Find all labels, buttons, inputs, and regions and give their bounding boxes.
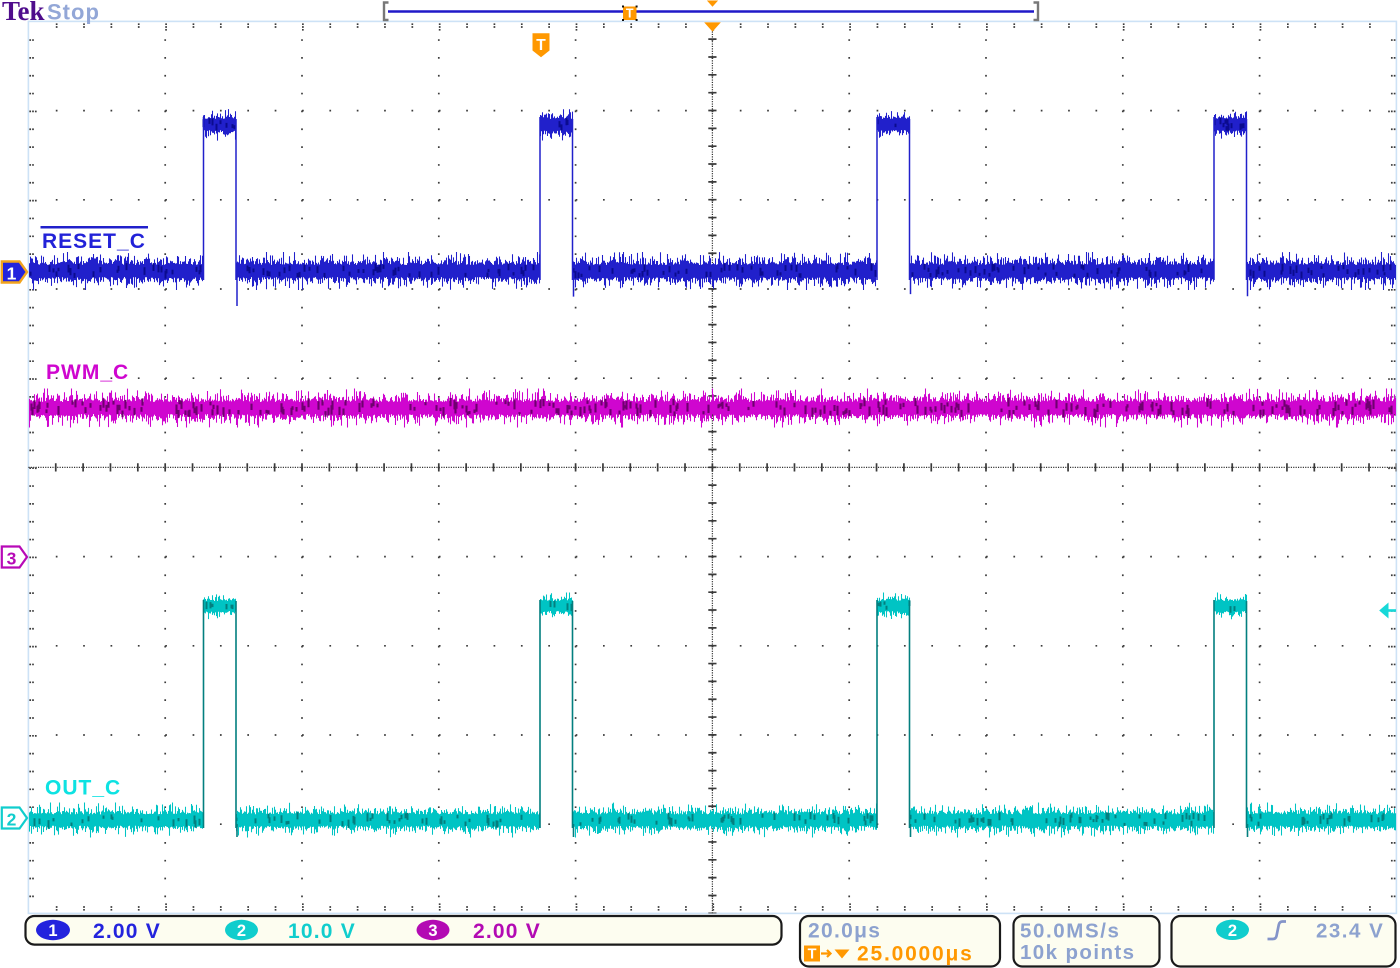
svg-text:2: 2 [1228, 922, 1237, 940]
svg-text:3: 3 [428, 922, 437, 940]
svg-text:T: T [808, 947, 817, 963]
svg-text:2.00 V: 2.00 V [93, 920, 161, 943]
svg-text:RESET_C: RESET_C [42, 230, 146, 253]
svg-text:2: 2 [237, 922, 246, 940]
svg-text:10k points: 10k points [1020, 941, 1135, 964]
svg-text:3: 3 [7, 549, 17, 569]
svg-text:25.0000μs: 25.0000μs [857, 943, 974, 966]
svg-text:OUT_C: OUT_C [45, 777, 121, 800]
svg-text:2: 2 [7, 810, 17, 830]
svg-text:Stop: Stop [47, 0, 100, 25]
svg-text:1: 1 [48, 922, 57, 940]
svg-text:2.00 V: 2.00 V [473, 920, 541, 943]
svg-text:50.0MS/s: 50.0MS/s [1020, 920, 1121, 943]
svg-text:Tek: Tek [2, 0, 45, 26]
svg-text:T: T [536, 37, 546, 54]
svg-text:20.0μs: 20.0μs [808, 920, 881, 943]
svg-text:23.4 V: 23.4 V [1316, 920, 1384, 943]
svg-text:PWM_C: PWM_C [46, 361, 129, 384]
svg-text:10.0 V: 10.0 V [288, 920, 356, 943]
svg-text:T: T [626, 7, 634, 21]
svg-text:1: 1 [7, 264, 17, 284]
